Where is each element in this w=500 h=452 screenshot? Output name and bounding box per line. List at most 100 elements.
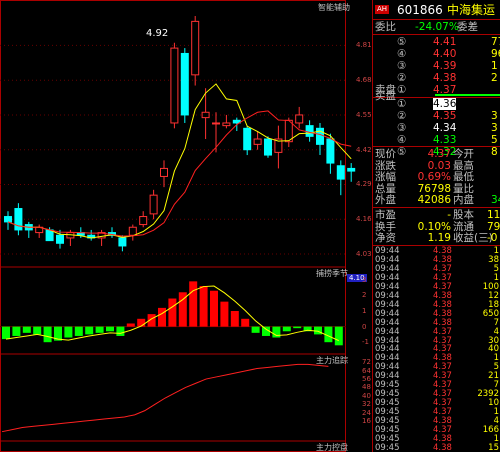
indicator2-label[interactable]: 主力追踪 <box>316 355 348 366</box>
price-axis-tick: 4.68 <box>356 76 372 85</box>
indicator-bar <box>95 326 104 333</box>
stat-label: 涨跌 <box>375 159 396 172</box>
indicator-bar <box>293 326 302 329</box>
stat2-row: 市盈 -股本 116.8 <box>373 209 500 221</box>
stat-label-2: 最低 <box>453 171 474 184</box>
stat2-row: 净资 1.19 收益(三) -0 <box>373 232 500 244</box>
indicator-bar <box>116 326 125 336</box>
stat-label: 现价 <box>375 148 396 160</box>
stat-label: 总量 <box>375 182 396 195</box>
sell-price: 4.41 <box>433 36 457 48</box>
candle-body <box>4 216 12 223</box>
sell-volume: 96 <box>491 48 500 60</box>
indicator-bar <box>189 281 198 327</box>
price-axis-tick: 4.42 <box>356 145 372 154</box>
stat-value: 0.03 <box>427 159 451 172</box>
stat-label-2: 流通 <box>453 220 474 233</box>
stat-value: 1.19 <box>427 232 451 244</box>
sell-level-row[interactable]: ⑤ 4.41 77 <box>373 36 500 48</box>
candle-body <box>212 122 220 125</box>
stat-value-2: 116.8 <box>487 209 500 221</box>
indicator-bar <box>241 318 250 327</box>
candle-body <box>160 167 168 177</box>
buy-level-row[interactable]: ② 4.35 3 <box>373 110 500 122</box>
weibi-row: 委比 -24.07% 委差 <box>373 21 500 33</box>
indicator3-label[interactable]: 主力控盘 <box>316 442 348 452</box>
candle-body <box>191 20 200 76</box>
indicator-axis-tick: 2 <box>362 291 367 300</box>
level-index: ① <box>397 98 407 110</box>
indicator1-label[interactable]: 捕捞季节 <box>316 268 348 279</box>
sell-volume: 2 <box>491 72 498 84</box>
buy-price: 4.34 <box>433 122 457 134</box>
stat-value: 42086 <box>417 194 451 207</box>
sell-level-row[interactable]: ④ 4.40 96 <box>373 48 500 60</box>
indicator-bar <box>334 326 343 346</box>
indicator-bar <box>12 326 21 336</box>
stat-value: 4.37 <box>427 148 451 160</box>
sell-price: 4.38 <box>433 72 457 84</box>
indicator-bar <box>2 326 10 340</box>
kline-chart-area[interactable]: 智能辅助 4.92 捕捞季节 主力追踪 主力控盘 4.81 4.68 4.55 4.4… <box>0 0 372 452</box>
tick-time: 09:45 <box>375 442 400 452</box>
candle-body <box>45 229 54 242</box>
buy-level-row[interactable]: ③ 4.34 3 <box>373 122 500 134</box>
indicator-bar <box>74 326 83 336</box>
ah-badge: AH <box>375 5 390 14</box>
price-axis-tick: 4.16 <box>356 215 372 224</box>
trend-axis-tick: 16 <box>362 417 371 426</box>
sell-price: 4.39 <box>433 60 457 72</box>
stat-row: 总量 76798 量比 <box>373 183 500 195</box>
stat-value-2: 79.3 <box>487 220 500 233</box>
candle-body <box>243 127 252 151</box>
candle-body <box>222 122 231 127</box>
indicator-bar <box>230 311 239 327</box>
weibi-value: -24.07% <box>415 21 459 33</box>
level-index: ⑤ <box>397 36 407 48</box>
stat-label: 换手 <box>375 220 396 233</box>
trend-axis-tick: 56 <box>362 375 371 384</box>
trend-axis-tick: 72 <box>362 358 371 367</box>
weicha-label: 委差 <box>457 21 478 33</box>
assist-label[interactable]: 智能辅助 <box>318 2 350 13</box>
sell-bar <box>435 94 500 96</box>
stat-label-2: 今开 <box>453 148 474 160</box>
candle-body <box>128 226 137 236</box>
indicator-bar <box>220 301 229 327</box>
level-index: ② <box>397 72 407 84</box>
buy-volume: 5 <box>491 134 498 146</box>
price-axis-tick: 4.29 <box>356 180 372 189</box>
buy-level-row[interactable]: ④ 4.33 5 <box>373 134 500 146</box>
indicator-bar <box>43 326 52 343</box>
level-index: ② <box>397 110 407 122</box>
sell-volume: 77 <box>491 36 500 48</box>
indicator-bar <box>282 326 291 332</box>
ma-short-line <box>7 83 352 239</box>
indicator-axis-tick: 0 <box>362 322 367 331</box>
indicator-axis-tick: 3 <box>362 275 367 284</box>
level-index: ③ <box>397 122 407 134</box>
weibi-label: 委比 <box>375 21 396 33</box>
stat-row: 外盘 42086内盘 34 <box>373 194 500 206</box>
indicator-bar <box>137 318 146 327</box>
level-index: ④ <box>397 48 407 60</box>
stat-row: 涨幅 0.69% 最低 <box>373 171 500 183</box>
candle-body <box>56 234 64 244</box>
sell-level-row[interactable]: ③ 4.39 1 <box>373 60 500 72</box>
buy-price: 4.35 <box>433 110 457 122</box>
stat-label-2: 量比 <box>453 182 474 195</box>
stat-value-2: -0 <box>487 232 498 244</box>
price-axis-tick: 4.55 <box>356 110 372 119</box>
level-index: ① <box>397 84 407 96</box>
tick-row[interactable]: 09:45 4.38 15 <box>373 442 500 452</box>
indicator-axis-tick: -1 <box>362 338 369 347</box>
chart-canvas[interactable] <box>0 0 372 452</box>
stock-header: AH 601866 中海集运 <box>373 2 500 18</box>
max-price-label: 4.92 <box>146 28 169 39</box>
stat-label: 市盈 <box>375 209 396 221</box>
stat-label: 外盘 <box>375 194 396 207</box>
candle-body <box>326 138 335 164</box>
price-axis-tick: 4.03 <box>356 249 372 258</box>
buy-volume: 3 <box>491 110 498 122</box>
tick-volume: 15 <box>488 442 499 452</box>
